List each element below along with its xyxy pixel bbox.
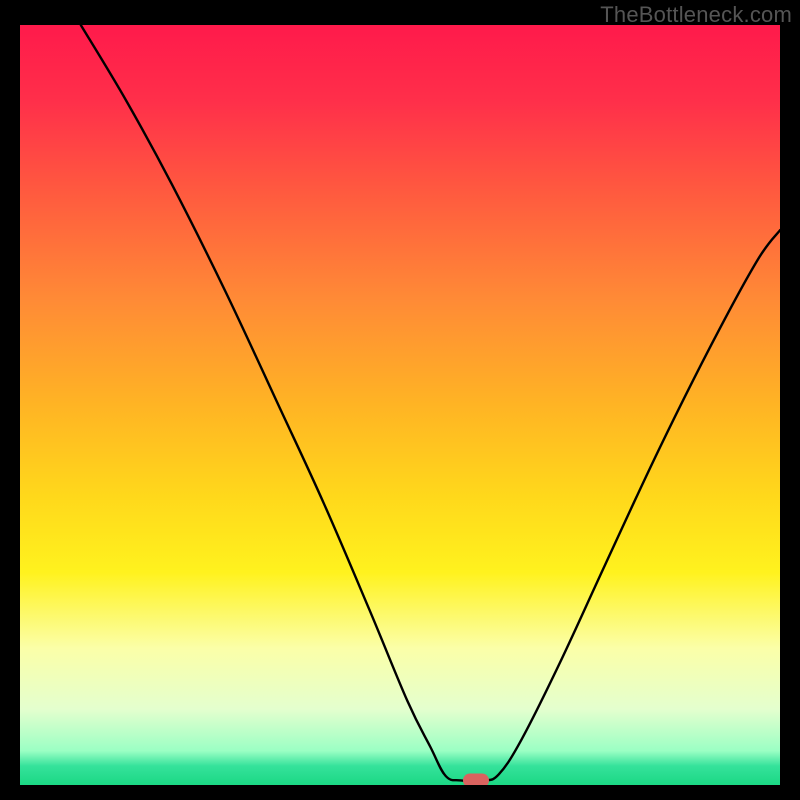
optimal-point-marker bbox=[463, 773, 489, 785]
chart-svg bbox=[20, 25, 780, 785]
gradient-background bbox=[20, 25, 780, 785]
plot-frame bbox=[20, 25, 780, 785]
chart-container: TheBottleneck.com bbox=[0, 0, 800, 800]
watermark-label: TheBottleneck.com bbox=[600, 2, 792, 28]
